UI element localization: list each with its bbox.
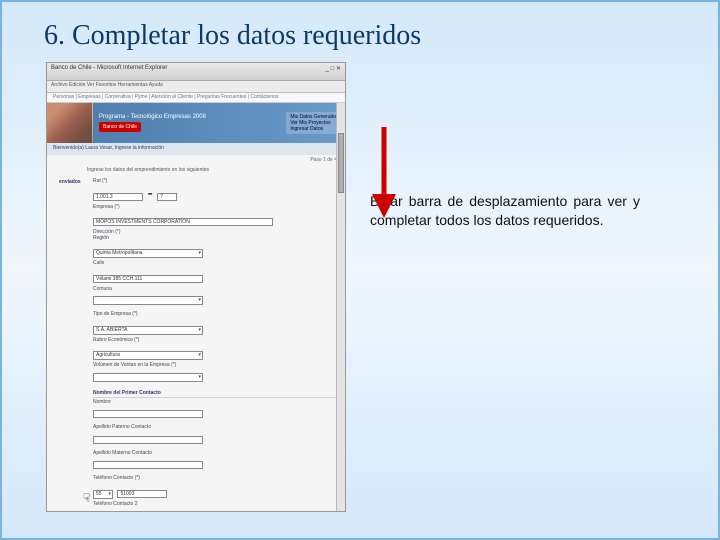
nombre-input[interactable] xyxy=(93,410,203,418)
page-banner: Programa - Tecnológico Empresas 2008 Ban… xyxy=(47,103,345,143)
slide-title: 6. Completar los datos requeridos xyxy=(2,2,718,58)
nav-tabs[interactable]: Personas | Empresas | Corporativa | Pyme… xyxy=(47,93,345,103)
rut-label: Rut (*) xyxy=(93,179,337,185)
browser-menu[interactable]: Archivo Edición Ver Favoritos Herramient… xyxy=(47,81,345,93)
ventas-label: Volúmen de Ventas en la Empresa (*) xyxy=(93,363,337,369)
ventas-select[interactable] xyxy=(93,373,203,382)
annotation-panel: Bajar barra de desplazamiento para ver y… xyxy=(364,62,688,512)
form-sidebar: envíados xyxy=(59,179,89,512)
banner-logo: Banco de Chile xyxy=(99,122,141,132)
rubro-select[interactable]: Agricultura xyxy=(93,351,203,360)
banner-mid: Programa - Tecnológico Empresas 2008 Ban… xyxy=(93,112,286,134)
comuna-label: Comuna xyxy=(93,287,337,293)
scrollbar[interactable] xyxy=(336,103,345,511)
calle-input[interactable]: Vélami 385 CCH.111 xyxy=(93,275,203,283)
fono-input[interactable]: 51003 xyxy=(117,490,167,498)
rubro-label: Rubro Económico (*) xyxy=(93,338,337,344)
content-area: Banco de Chile - Microsoft Internet Expl… xyxy=(2,58,718,512)
screenshot: Banco de Chile - Microsoft Internet Expl… xyxy=(46,62,346,512)
window-controls[interactable]: _ □ ✕ xyxy=(326,65,341,78)
rut-dv-input[interactable]: 7 xyxy=(157,193,177,201)
apmat-input[interactable] xyxy=(93,461,203,469)
scroll-thumb[interactable] xyxy=(338,133,344,193)
appat-label: Apellido Paterno Contacto xyxy=(93,425,337,431)
comuna-select[interactable] xyxy=(93,296,203,305)
link-ingresar[interactable]: Ingresar Datos xyxy=(290,126,337,132)
form-intro: Ingrese los datos del emprendimiento en … xyxy=(47,165,345,177)
form-fields: Rut (*) 1.001.3 - 7 Empresa (*) MOPOS IN… xyxy=(93,179,337,512)
fono-label: Teléfono Contacto (*) xyxy=(93,476,337,482)
region-label: Región xyxy=(93,236,337,242)
banner-photo xyxy=(47,103,93,143)
window-title: Banco de Chile - Microsoft Internet Expl… xyxy=(51,65,167,78)
nombre-label: Nombre xyxy=(93,400,337,406)
section-contacto: Nombre del Primer Contacto xyxy=(93,390,337,398)
tipo-select[interactable]: S.A. ABIERTA xyxy=(93,326,203,335)
fono2-code[interactable] xyxy=(93,511,113,512)
calle-label: Calle xyxy=(93,261,337,267)
annotation-caption: Bajar barra de desplazamiento para ver y… xyxy=(370,192,640,230)
fono-code[interactable]: 55 xyxy=(93,490,113,499)
empresa-input[interactable]: MOPOS INVESTMENTS CORPORATION xyxy=(93,218,273,226)
region-select[interactable]: Quinta Metropolitana xyxy=(93,249,203,258)
appat-input[interactable] xyxy=(93,436,203,444)
rut-input[interactable]: 1.001.3 xyxy=(93,193,143,201)
empresa-label: Empresa (*) xyxy=(93,205,337,211)
welcome-bar: Bienvenido(a) Laura Vesar, Ingrese la in… xyxy=(47,143,345,155)
banner-links[interactable]: Mis Datos Generales Ver Mis Proyectos In… xyxy=(286,112,341,134)
step-indicator: Paso 1 de 4 xyxy=(47,155,345,165)
form-body: envíados Rut (*) 1.001.3 - 7 Empresa (*)… xyxy=(47,177,345,512)
tipo-label: Tipo de Empresa (*) xyxy=(93,312,337,318)
browser-titlebar: Banco de Chile - Microsoft Internet Expl… xyxy=(47,63,345,81)
fono2-label: Teléfono Contacto 2 xyxy=(93,502,337,508)
banner-program: Programa - Tecnológico Empresas 2008 xyxy=(99,114,280,120)
apmat-label: Apellido Materno Contacto xyxy=(93,451,337,457)
down-arrow-icon xyxy=(364,122,404,222)
